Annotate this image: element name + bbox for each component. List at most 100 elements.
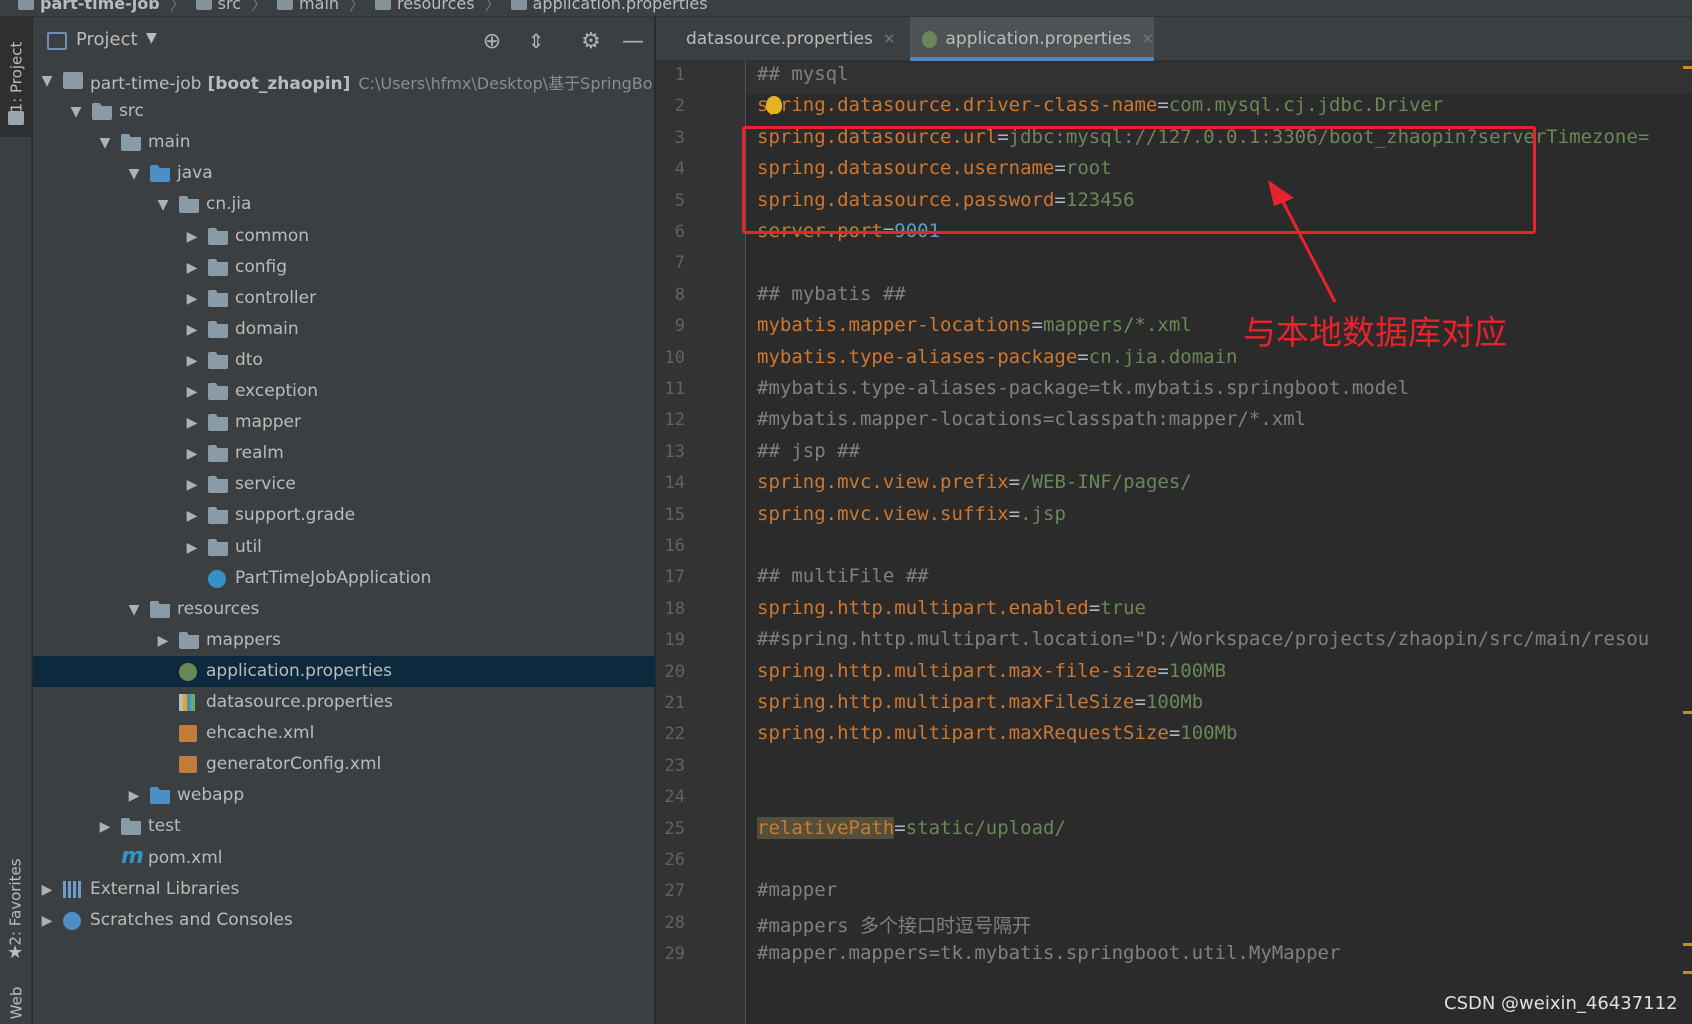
tab-application-properties[interactable]: application.properties ✕ [910, 17, 1154, 61]
tree-item-resources[interactable]: ▼ resources [33, 594, 655, 625]
web-tool-tab[interactable]: Web [0, 983, 32, 1023]
collapse-all-icon[interactable]: ⇕ [522, 27, 550, 55]
tree-item-parttimejobapplication[interactable]: PartTimeJobApplication [33, 563, 655, 594]
code-line[interactable]: #mapper [757, 879, 837, 901]
expand-arrow-icon[interactable]: ▼ [126, 602, 142, 618]
collapse-arrow-icon[interactable]: ▶ [184, 540, 200, 556]
tree-item-mapper[interactable]: ▶ mapper [33, 407, 655, 438]
code-line[interactable]: spring.mvc.view.suffix=.jsp [757, 503, 1066, 525]
close-icon[interactable]: ✕ [1141, 30, 1154, 48]
tree-item-domain[interactable]: ▶ domain [33, 314, 655, 345]
tree-item-src[interactable]: ▼ src [33, 96, 655, 127]
tree-item-dto[interactable]: ▶ dto [33, 345, 655, 376]
expand-arrow-icon[interactable]: ▼ [155, 197, 171, 213]
collapse-arrow-icon[interactable]: ▶ [97, 819, 113, 835]
tab-label: datasource.properties [686, 29, 873, 49]
tree-item-controller[interactable]: ▶ controller [33, 283, 655, 314]
collapse-arrow-icon[interactable]: ▶ [184, 291, 200, 307]
minimize-icon[interactable]: — [619, 27, 647, 55]
tree-item-name: application.properties [206, 661, 392, 681]
code-line[interactable]: #mybatis.type-aliases-package=tk.mybatis… [757, 377, 1409, 399]
project-view-selector[interactable]: Project [76, 29, 138, 50]
tree-item-mappers[interactable]: ▶ mappers [33, 625, 655, 656]
line-number: 19 [664, 630, 685, 650]
code-line[interactable]: spring.http.multipart.max-file-size=100M… [757, 660, 1226, 682]
chevron-down-icon[interactable]: ▼ [146, 30, 157, 46]
collapse-arrow-icon[interactable]: ▶ [39, 882, 55, 898]
code-line[interactable]: ## mybatis ## [757, 283, 906, 305]
breadcrumb-item[interactable]: application.properties [533, 0, 708, 13]
warning-stripe-marker[interactable] [1683, 711, 1692, 714]
tree-item-part-time-job[interactable]: ▼ part-time-job [boot_zhaopin] C:\Users\hfm… [33, 65, 655, 96]
tree-item-datasource-properties[interactable]: datasource.properties [33, 687, 655, 718]
collapse-arrow-icon[interactable]: ▶ [184, 260, 200, 276]
breadcrumb-item[interactable]: main [299, 0, 339, 13]
collapse-arrow-icon[interactable]: ▶ [39, 913, 55, 929]
tree-item-service[interactable]: ▶ service [33, 469, 655, 500]
collapse-arrow-icon[interactable]: ▶ [184, 415, 200, 431]
tree-item-support-grade[interactable]: ▶ support.grade [33, 500, 655, 531]
code-line[interactable]: mybatis.mapper-locations=mappers/*.xml [757, 314, 1192, 336]
breadcrumb-item[interactable]: resources [397, 0, 475, 13]
tree-item-ehcache-xml[interactable]: ehcache.xml [33, 718, 655, 749]
tree-item-scratches[interactable]: ▶ Scratches and Consoles [33, 905, 655, 936]
warning-stripe-marker[interactable] [1683, 943, 1692, 946]
code-line[interactable]: spring.http.multipart.maxFileSize=100Mb [757, 691, 1203, 713]
lightbulb-icon[interactable] [766, 96, 782, 114]
code-line[interactable]: #mapper.mappers=tk.mybatis.springboot.ut… [757, 942, 1340, 964]
line-number: 14 [664, 473, 685, 493]
tree-item-exception[interactable]: ▶ exception [33, 376, 655, 407]
expand-arrow-icon[interactable]: ▼ [68, 104, 84, 120]
tree-item-common[interactable]: ▶ common [33, 221, 655, 252]
code-line[interactable]: spring.http.multipart.enabled=true [757, 597, 1146, 619]
tree-item-realm[interactable]: ▶ realm [33, 438, 655, 469]
tree-item-generatorconfig-xml[interactable]: generatorConfig.xml [33, 749, 655, 780]
tree-item-config[interactable]: ▶ config [33, 252, 655, 283]
expand-arrow-icon[interactable]: ▼ [126, 166, 142, 182]
code-line[interactable]: ## jsp ## [757, 440, 860, 462]
line-number: 26 [664, 850, 685, 870]
collapse-arrow-icon[interactable]: ▶ [184, 353, 200, 369]
tree-item-java[interactable]: ▼ java [33, 158, 655, 189]
code-line[interactable]: mybatis.type-aliases-package=cn.jia.doma… [757, 346, 1237, 368]
code-line[interactable]: #mybatis.mapper-locations=classpath:mapp… [757, 408, 1306, 430]
breadcrumb-item[interactable]: part-time-job [40, 0, 160, 13]
collapse-arrow-icon[interactable]: ▶ [184, 322, 200, 338]
gear-icon[interactable]: ⚙ [577, 27, 605, 55]
tree-item-main[interactable]: ▼ main [33, 127, 655, 158]
code-line[interactable]: spring.mvc.view.prefix=/WEB-INF/pages/ [757, 471, 1192, 493]
tree-item-webapp[interactable]: ▶ webapp [33, 780, 655, 811]
collapse-arrow-icon[interactable]: ▶ [155, 633, 171, 649]
code-line[interactable]: spring.datasource.driver-class-name=com.… [757, 94, 1443, 116]
close-icon[interactable]: ✕ [883, 30, 896, 48]
collapse-arrow-icon[interactable]: ▶ [184, 229, 200, 245]
project-panel-header: Project ▼ ⊕ ⇕ ⚙ — [33, 17, 655, 65]
code-line[interactable]: spring.http.multipart.maxRequestSize=100… [757, 722, 1237, 744]
warning-stripe-marker[interactable] [1683, 971, 1692, 974]
tree-item-cn-jia[interactable]: ▼ cn.jia [33, 189, 655, 220]
tab-datasource-properties[interactable]: datasource.properties ✕ [670, 17, 895, 61]
source-folder-icon [150, 165, 170, 182]
tree-item-util[interactable]: ▶ util [33, 532, 655, 563]
code-line[interactable]: relativePath=static/upload/ [757, 817, 1066, 839]
line-number-gutter: 1 2 3 4 5 6 7 8 9 10 11 12 13 14 15 16 17 18 19 20 21 22 23 24 2… [656, 61, 746, 1024]
collapse-arrow-icon[interactable]: ▶ [184, 508, 200, 524]
tree-item-pom-xml[interactable]: m pom.xml [33, 843, 655, 874]
collapse-arrow-icon[interactable]: ▶ [184, 477, 200, 493]
warning-stripe-marker[interactable] [1683, 66, 1692, 69]
collapse-arrow-icon[interactable]: ▶ [184, 446, 200, 462]
code-line[interactable]: ##spring.http.multipart.location="D:/Wor… [757, 628, 1649, 650]
code-line[interactable]: ## multiFile ## [757, 565, 929, 587]
collapse-arrow-icon[interactable]: ▶ [126, 788, 142, 804]
tree-item-external-libraries[interactable]: ▶ External Libraries [33, 874, 655, 905]
expand-arrow-icon[interactable]: ▼ [39, 73, 55, 89]
expand-arrow-icon[interactable]: ▼ [97, 135, 113, 151]
collapse-arrow-icon[interactable]: ▶ [184, 384, 200, 400]
code-line[interactable]: ## mysql [757, 63, 849, 85]
package-icon [208, 445, 228, 462]
tree-item-application-properties[interactable]: application.properties [33, 656, 655, 687]
locate-icon[interactable]: ⊕ [478, 27, 506, 55]
breadcrumb-item[interactable]: src [218, 0, 241, 13]
tree-item-test[interactable]: ▶ test [33, 811, 655, 842]
code-line[interactable]: #mappers 多个接口时逗号隔开 [757, 911, 1031, 938]
